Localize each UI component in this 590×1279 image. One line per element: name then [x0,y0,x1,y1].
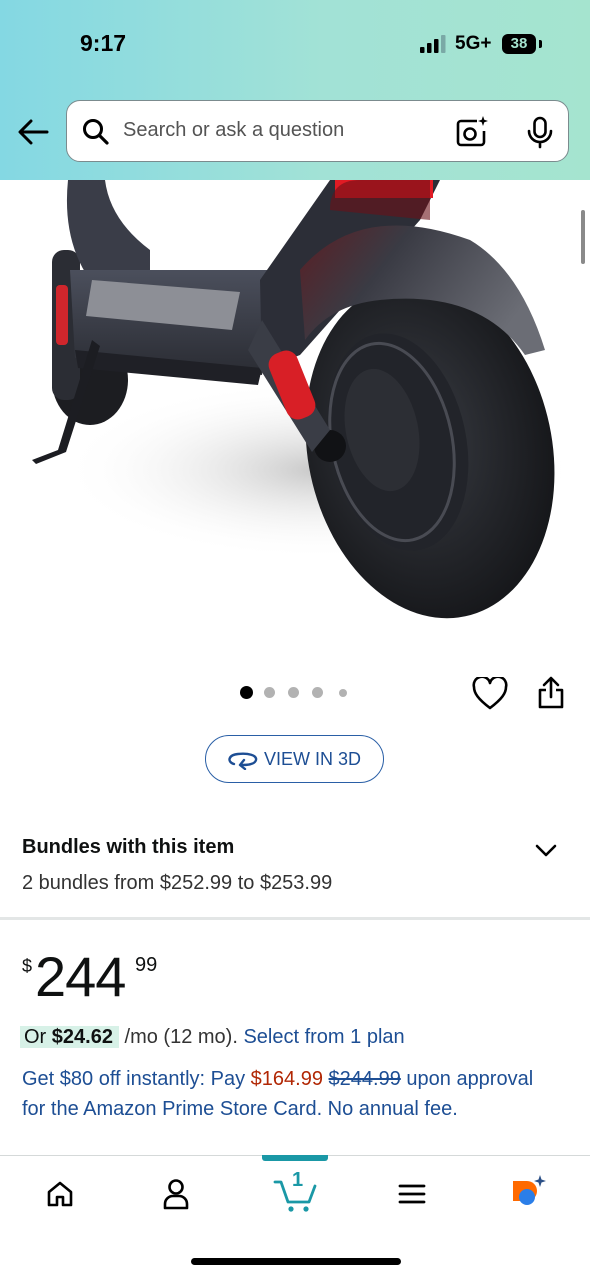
tab-home[interactable] [38,1172,82,1216]
search-input[interactable] [123,101,423,160]
price-whole: 244 [35,945,126,1008]
microphone-icon[interactable] [525,116,555,150]
battery-nub [539,40,542,48]
heart-icon[interactable] [472,677,508,711]
camera-lens-icon[interactable] [455,115,489,149]
product-image[interactable] [0,180,590,630]
network-label: 5G+ [455,33,492,54]
carousel-dot[interactable] [312,687,323,698]
magnifier-icon [83,119,109,145]
rotate-3d-icon [228,752,258,770]
monthly-prefix: Or [24,1026,47,1048]
bundles-title: Bundles with this item [22,836,235,858]
monthly-amount: $24.62 [51,1026,113,1048]
home-icon [47,1181,73,1207]
search-bar[interactable] [66,100,569,162]
tab-rufus[interactable] [505,1172,549,1216]
select-plan-link[interactable]: Select from 1 plan [243,1026,404,1048]
tab-account[interactable] [154,1172,198,1216]
monthly-term: /mo (12 mo). [124,1026,238,1048]
carousel-dot[interactable] [339,689,347,697]
carousel-dot[interactable] [264,687,275,698]
home-indicator [191,1258,401,1265]
store-card-promo[interactable]: Get $80 off instantly: Pay $164.99 $244.… [22,1064,552,1124]
tab-menu[interactable] [390,1172,434,1216]
ai-assistant-icon [513,1175,546,1205]
section-divider [0,917,590,920]
view-in-3d-label: VIEW IN 3D [264,749,362,769]
signal-icon [420,35,446,53]
view-in-3d-button[interactable]: VIEW IN 3D [205,735,384,783]
promo-new-price: $164.99 [250,1068,323,1090]
promo-text-start: Get $80 off instantly: Pay [22,1068,246,1090]
promo-old-price: $244.99 [328,1068,401,1090]
bundles-subtitle: 2 bundles from $252.99 to $253.99 [22,872,333,894]
chevron-down-icon[interactable] [534,842,558,858]
scroll-indicator [581,210,585,264]
cart-count-badge: 1 [292,1169,304,1191]
user-icon [163,1179,189,1210]
app-header: 9:17 5G+ 38 [0,0,590,180]
price-currency: $ [22,956,33,976]
share-icon[interactable] [536,676,566,710]
menu-icon [398,1184,426,1204]
arrow-left-icon[interactable] [16,117,50,147]
monthly-highlight: Or $24.62 [20,1026,119,1048]
carousel-dot[interactable] [288,687,299,698]
scooter-illustration [32,180,580,619]
active-tab-indicator [262,1155,328,1161]
monthly-payment: Or $24.62 /mo (12 mo). Select from 1 pla… [20,1022,405,1052]
carousel-dot[interactable] [240,686,253,699]
tab-cart[interactable]: 1 [273,1169,319,1216]
price-fraction: 99 [135,954,158,976]
status-time: 9:17 [80,30,127,56]
battery-icon: 38 [502,34,536,54]
